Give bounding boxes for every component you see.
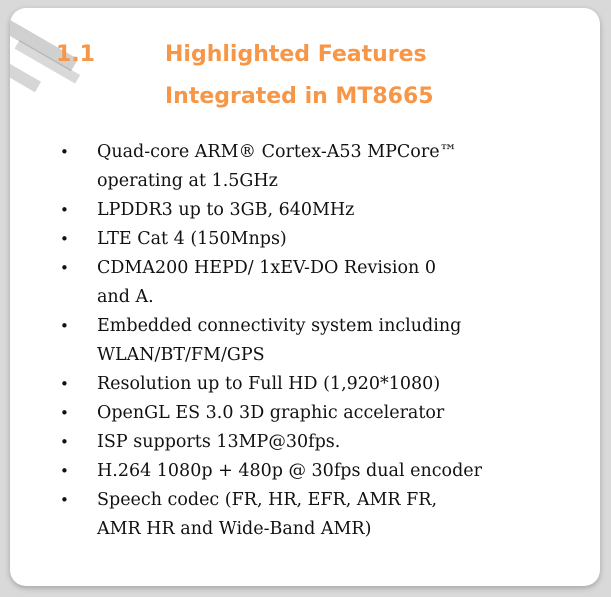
bullet-icon: • [60,230,69,248]
bullet-icon: • [60,404,69,422]
feature-line: OpenGL ES 3.0 3D graphic accelerator [97,403,445,423]
section-title-line-1: Highlighted Features [165,42,427,67]
bullet-icon: • [60,317,69,335]
bullet-icon: • [60,462,69,480]
feature-line: operating at 1.5GHz [97,171,278,191]
feature-item: • H.264 1080p + 480p @ 30fps dual encode… [10,457,600,486]
feature-item: • Quad-core ARM® Cortex-A53 MPCore™ oper… [10,138,600,196]
feature-line: LTE Cat 4 (150Mnps) [97,229,287,249]
feature-line: Quad-core ARM® Cortex-A53 MPCore™ [97,142,458,162]
bullet-icon: • [60,491,69,509]
feature-item: • CDMA200 HEPD/ 1xEV-DO Revision 0 and A… [10,254,600,312]
feature-line: AMR HR and Wide-Band AMR) [97,519,372,539]
section-number: 1.1 [56,42,95,67]
feature-line: LPDDR3 up to 3GB, 640MHz [97,200,355,220]
feature-line: Resolution up to Full HD (1,920*1080) [97,374,441,394]
document-card: ​ 1.1 Highlighted Features Integrated in… [10,8,600,586]
bullet-icon: • [60,433,69,451]
feature-list: • Quad-core ARM® Cortex-A53 MPCore™ oper… [10,138,600,544]
bullet-icon: • [60,375,69,393]
feature-item: • LPDDR3 up to 3GB, 640MHz [10,196,600,225]
section-heading: 1.1 Highlighted Features Integrated in M… [10,30,600,120]
feature-item: • ISP supports 13MP@30fps. [10,428,600,457]
feature-item: • Resolution up to Full HD (1,920*1080) [10,370,600,399]
feature-line: and A. [97,287,154,307]
feature-item: • LTE Cat 4 (150Mnps) [10,225,600,254]
feature-line: H.264 1080p + 480p @ 30fps dual encoder [97,461,482,481]
feature-line: Speech codec (FR, HR, EFR, AMR FR, [97,490,438,510]
feature-line: Embedded connectivity system including [97,316,462,336]
feature-line: WLAN/BT/FM/GPS [97,345,265,365]
bullet-icon: • [60,201,69,219]
bullet-icon: • [60,143,69,161]
feature-line: CDMA200 HEPD/ 1xEV-DO Revision 0 [97,258,437,278]
feature-item: • OpenGL ES 3.0 3D graphic accelerator [10,399,600,428]
bullet-icon: • [60,259,69,277]
feature-item: • Embedded connectivity system including… [10,312,600,370]
feature-item: • Speech codec (FR, HR, EFR, AMR FR, AMR… [10,486,600,544]
feature-line: ISP supports 13MP@30fps. [97,432,341,452]
section-title-line-2: Integrated in MT8665 [165,84,434,109]
